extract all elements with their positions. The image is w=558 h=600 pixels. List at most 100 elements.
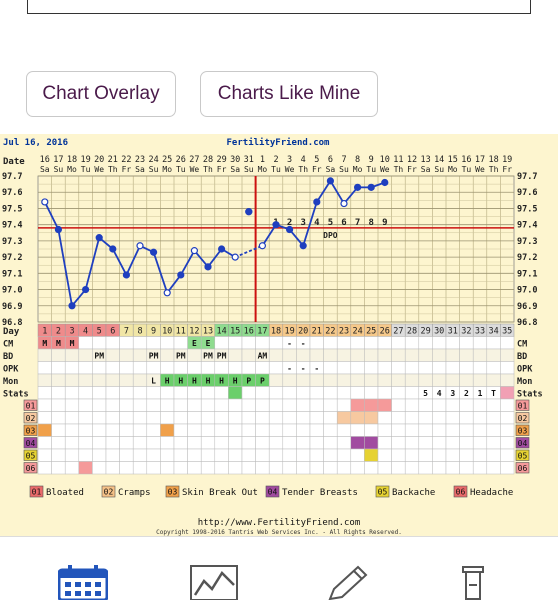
symptom-cell: [37, 461, 52, 475]
symptom-cell: [51, 461, 66, 475]
data-cell: [119, 348, 134, 362]
temp-point: [190, 247, 198, 255]
symptom-cell: [200, 436, 216, 450]
symptom-cell: [268, 398, 284, 412]
data-cell: [105, 386, 120, 400]
symptom-cell: [500, 436, 515, 450]
chart-site: FertilityFriend.com: [227, 137, 331, 148]
symptom-cell: [486, 423, 501, 437]
symptom-cell: [200, 423, 216, 437]
date-label: 3: [287, 155, 292, 165]
day-number: 34: [488, 327, 498, 337]
y-tick-right: 97.6: [517, 188, 537, 198]
y-tick-right: 97.3: [517, 237, 537, 247]
symptom-cell: [364, 411, 379, 425]
data-cell-text: P: [260, 377, 265, 386]
weekday-label: Fr: [407, 165, 417, 174]
symptom-cell: [364, 461, 379, 475]
symptom-cell: [432, 411, 447, 425]
date-label: 27: [189, 155, 199, 165]
row-label-left: BD: [3, 352, 13, 362]
temp-point: [258, 242, 266, 250]
symptom-cell: [486, 398, 501, 412]
date-label: 6: [328, 155, 333, 165]
symptom-cell: [51, 398, 66, 412]
day-number: 18: [271, 327, 281, 337]
symptom-cell: [432, 448, 447, 462]
temp-point: [136, 242, 144, 250]
charts-like-mine-button[interactable]: Charts Like Mine: [200, 71, 378, 117]
data-cell-text: M: [70, 339, 75, 348]
symptom-cell: [459, 411, 474, 425]
y-tick-right: 97.7: [517, 172, 537, 182]
day-number: 2: [56, 327, 61, 337]
symptom-cell: [323, 461, 338, 475]
pencil-icon[interactable]: [322, 565, 372, 600]
weekday-label: We: [380, 165, 390, 174]
symptom-cell: [92, 423, 107, 437]
symptom-cell: [445, 411, 460, 425]
data-cell: [472, 361, 488, 375]
data-cell: [132, 336, 148, 350]
symptom-cell: [404, 436, 420, 450]
test-tube-icon[interactable]: [455, 565, 495, 600]
legend-label: Cramps: [118, 488, 151, 498]
row-label-left: Stats: [3, 390, 29, 400]
symptom-cell: [459, 461, 474, 475]
symptom-cell: [160, 398, 175, 412]
date-label: 4: [301, 155, 306, 165]
data-cell-text: H: [233, 377, 238, 386]
row-label-right: Mon: [517, 377, 532, 387]
data-cell: [51, 361, 66, 375]
symptom-cell: [391, 411, 406, 425]
data-cell: [119, 336, 134, 350]
symptom-cell: [173, 436, 188, 450]
symptom-cell: [404, 411, 420, 425]
fertility-chart[interactable]: Jul 16, 2016 FertilityFriend.com Date 16 Sa 1…: [0, 134, 558, 536]
y-tick-right: 97.0: [517, 286, 537, 296]
symptom-cell: [391, 436, 406, 450]
symptom-cell: [296, 411, 311, 425]
symptom-cell: [459, 423, 474, 437]
symptom-cell: [268, 411, 284, 425]
data-cell: [486, 373, 501, 387]
data-cell: [160, 361, 175, 375]
calendar-icon[interactable]: [58, 565, 108, 600]
chart-icon[interactable]: [190, 565, 240, 600]
data-cell: [377, 361, 392, 375]
date-label: 7: [341, 155, 346, 165]
symptom-cell: [309, 436, 324, 450]
day-number: 31: [448, 327, 458, 337]
date-label: 20: [94, 155, 104, 165]
chart-overlay-button[interactable]: Chart Overlay: [26, 71, 176, 117]
day-number: 17: [257, 327, 267, 337]
data-cell: [404, 386, 420, 400]
symptom-cell: [105, 411, 120, 425]
data-cell: [105, 348, 120, 362]
date-label: 2: [273, 155, 278, 165]
data-cell: [432, 336, 447, 350]
day-number: 22: [325, 327, 335, 337]
day-number: 30: [434, 327, 444, 337]
y-tick-right: 96.9: [517, 302, 537, 312]
y-tick-left: 97.0: [2, 286, 22, 296]
data-cell: [459, 348, 474, 362]
symptom-cell: [391, 398, 406, 412]
weekday-label: Tu: [462, 165, 472, 174]
day-number: 1: [42, 327, 47, 337]
temp-point: [218, 245, 226, 253]
symptom-cell: [119, 461, 134, 475]
day-number: 10: [162, 327, 172, 337]
data-cell: [200, 361, 216, 375]
data-cell: [445, 348, 460, 362]
data-cell: [377, 386, 392, 400]
data-cell: [336, 361, 352, 375]
weekday-label: Su: [244, 165, 254, 174]
symptom-cell: [336, 411, 352, 425]
day-number: 14: [216, 327, 226, 337]
data-cell: [51, 386, 66, 400]
day-number: 5: [97, 327, 102, 337]
symptom-cell: [214, 461, 229, 475]
temp-point: [286, 225, 294, 234]
data-cell: [432, 373, 447, 387]
